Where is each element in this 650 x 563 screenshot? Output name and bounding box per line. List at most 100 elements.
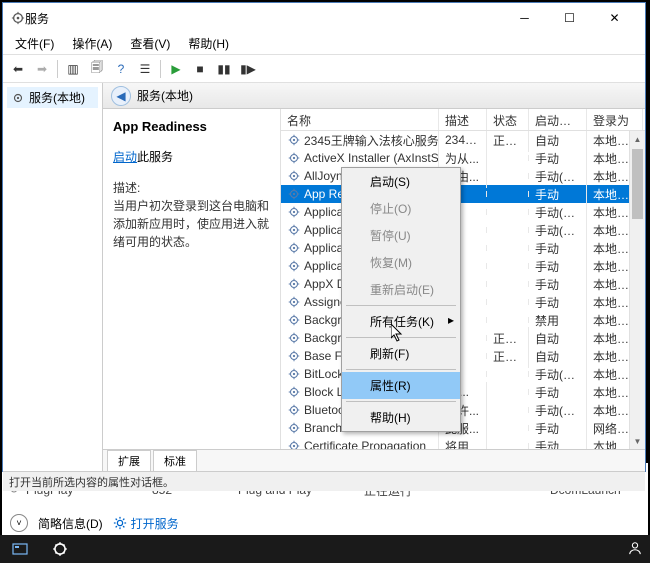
titlebar: 服务 ─ ☐ ✕: [3, 3, 645, 33]
collapse-icon[interactable]: ˅: [10, 514, 28, 532]
service-state: [487, 407, 529, 413]
start-icon[interactable]: ▶: [165, 58, 187, 80]
description-text: 当用户初次登录到这台电脑和添加新应用时，使应用进入就绪可用的状态。: [113, 197, 270, 251]
menu-item-0[interactable]: 文件(F): [7, 33, 62, 54]
restart-icon[interactable]: ▮▶: [237, 58, 259, 80]
col-header-start[interactable]: 启动类型: [529, 109, 587, 130]
menu-item-1[interactable]: 操作(A): [64, 33, 120, 54]
main-header-title: 服务(本地): [137, 87, 193, 104]
service-state: [487, 227, 529, 233]
service-state: [487, 443, 529, 449]
service-icon: [287, 169, 301, 183]
gear-icon: [11, 91, 25, 105]
ctx-item-2: 暂停(U): [342, 222, 460, 249]
ctx-item-8[interactable]: 刷新(F): [342, 340, 460, 367]
service-icon: [287, 241, 301, 255]
ctx-item-0[interactable]: 启动(S): [342, 168, 460, 195]
detail-pane: App Readiness 启动此服务 描述: 当用户初次登录到这台电脑和添加新…: [103, 109, 281, 449]
scroll-thumb[interactable]: [632, 149, 643, 219]
service-icon: [287, 259, 301, 273]
detail-toggle-label[interactable]: 简略信息(D): [38, 515, 103, 532]
service-state: [487, 173, 529, 179]
service-name: 2345王牌输入法核心服务: [304, 132, 439, 149]
col-header-desc[interactable]: 描述: [439, 109, 487, 130]
service-icon: [287, 133, 301, 147]
main-header: ◀ 服务(本地): [103, 83, 645, 109]
service-icon: [287, 421, 301, 435]
col-header-name[interactable]: 名称: [281, 109, 439, 130]
menu-item-3[interactable]: 帮助(H): [180, 33, 237, 54]
vertical-scrollbar[interactable]: ▲ ▼: [629, 131, 645, 449]
description-label: 描述:: [113, 179, 270, 197]
service-icon: [287, 367, 301, 381]
service-row[interactable]: Certificate Propagation将用...手动本地系统: [281, 437, 645, 449]
properties-icon[interactable]: ☰: [134, 58, 156, 80]
ctx-item-10[interactable]: 属性(R): [342, 372, 460, 399]
context-menu: 启动(S)停止(O)暂停(U)恢复(M)重新启动(E)所有任务(K)刷新(F)属…: [341, 167, 461, 432]
ctx-item-1: 停止(O): [342, 195, 460, 222]
show-hide-icon[interactable]: ▥: [62, 58, 84, 80]
service-state: [487, 389, 529, 395]
open-services-link[interactable]: 打开服务: [113, 515, 179, 532]
service-state: [487, 155, 529, 161]
service-icon: [287, 313, 301, 327]
ctx-item-12[interactable]: 帮助(H): [342, 404, 460, 431]
service-icon: [287, 349, 301, 363]
scroll-up-icon[interactable]: ▲: [630, 131, 645, 147]
user-icon: [628, 541, 642, 555]
tab-0[interactable]: 扩展: [107, 450, 151, 471]
statusbar: 打开当前所选内容的属性对话框。: [3, 471, 645, 491]
col-header-state[interactable]: 状态: [487, 109, 529, 130]
pause-icon[interactable]: ▮▮: [213, 58, 235, 80]
help-icon[interactable]: ?: [110, 58, 132, 80]
service-icon: [287, 205, 301, 219]
service-list: 名称 描述 状态 启动类型 登录为 2345王牌输入法核心服务2345...正在…: [281, 109, 645, 449]
taskbar-app-2[interactable]: [40, 535, 80, 563]
service-icon: [287, 223, 301, 237]
service-icon: [287, 151, 301, 165]
service-state: [487, 425, 529, 431]
service-state: [487, 191, 529, 197]
service-icon: [287, 277, 301, 291]
back-icon[interactable]: ⬅: [7, 58, 29, 80]
taskbar-tray[interactable]: [628, 541, 650, 558]
service-name: Certificate Propagation: [304, 439, 426, 449]
service-state: [487, 299, 529, 305]
selected-service-name: App Readiness: [113, 119, 270, 134]
service-state: [487, 317, 529, 323]
service-icon: [287, 385, 301, 399]
window-title: 服务: [25, 10, 502, 27]
service-desc: 将用...: [439, 435, 487, 450]
nav-back-icon[interactable]: ◀: [111, 86, 131, 106]
service-state: [487, 245, 529, 251]
stop-icon[interactable]: ■: [189, 58, 211, 80]
service-icon: [287, 295, 301, 309]
ctx-item-4: 重新启动(E): [342, 276, 460, 303]
tree-sidebar: 服务(本地): [3, 83, 103, 471]
ctx-item-6[interactable]: 所有任务(K): [342, 308, 460, 335]
scroll-down-icon[interactable]: ▼: [630, 433, 645, 449]
toolbar: ⬅ ➡ ▥ 🗐 ? ☰ ▶ ■ ▮▮ ▮▶: [3, 55, 645, 83]
service-state: [487, 281, 529, 287]
forward-icon[interactable]: ➡: [31, 58, 53, 80]
service-icon: [287, 403, 301, 417]
titlebar-icon: [11, 11, 25, 25]
export-icon[interactable]: 🗐: [86, 58, 108, 80]
service-state: [487, 209, 529, 215]
close-button[interactable]: ✕: [592, 3, 637, 33]
tree-root-services[interactable]: 服务(本地): [7, 87, 98, 108]
service-state: [487, 371, 529, 377]
start-service-link[interactable]: 启动: [113, 150, 137, 164]
tab-1[interactable]: 标准: [153, 450, 197, 471]
maximize-button[interactable]: ☐: [547, 3, 592, 33]
menu-item-2[interactable]: 查看(V): [122, 33, 178, 54]
menubar: 文件(F)操作(A)查看(V)帮助(H): [3, 33, 645, 55]
minimize-button[interactable]: ─: [502, 3, 547, 33]
taskbar-app-1[interactable]: [0, 535, 40, 563]
taskbar: [0, 535, 650, 563]
col-header-logon[interactable]: 登录为: [587, 109, 643, 130]
service-icon: [287, 187, 301, 201]
service-state: 正在...: [487, 131, 529, 152]
service-icon: [287, 331, 301, 345]
gear-icon: [113, 516, 127, 530]
